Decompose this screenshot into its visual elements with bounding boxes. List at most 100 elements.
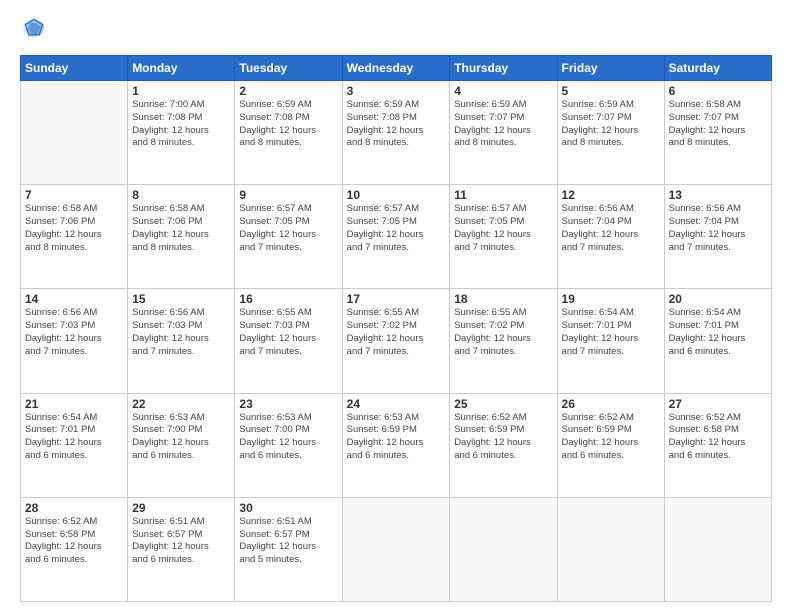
day-number: 26: [562, 397, 660, 411]
calendar-cell: 23Sunrise: 6:53 AMSunset: 7:00 PMDayligh…: [235, 393, 342, 497]
day-number: 7: [25, 188, 123, 202]
day-number: 21: [25, 397, 123, 411]
day-number: 14: [25, 292, 123, 306]
weekday-sunday: Sunday: [21, 56, 128, 81]
calendar-cell: 22Sunrise: 6:53 AMSunset: 7:00 PMDayligh…: [128, 393, 235, 497]
day-info: Sunrise: 6:56 AMSunset: 7:04 PMDaylight:…: [669, 203, 767, 254]
calendar-week-4: 21Sunrise: 6:54 AMSunset: 7:01 PMDayligh…: [21, 393, 772, 497]
calendar-cell: 15Sunrise: 6:56 AMSunset: 7:03 PMDayligh…: [128, 289, 235, 393]
day-info: Sunrise: 6:54 AMSunset: 7:01 PMDaylight:…: [669, 307, 767, 358]
day-info: Sunrise: 6:52 AMSunset: 6:59 PMDaylight:…: [454, 412, 552, 463]
calendar-cell: [342, 497, 450, 601]
day-info: Sunrise: 6:51 AMSunset: 6:57 PMDaylight:…: [239, 516, 337, 567]
day-info: Sunrise: 6:53 AMSunset: 7:00 PMDaylight:…: [132, 412, 230, 463]
day-info: Sunrise: 6:54 AMSunset: 7:01 PMDaylight:…: [562, 307, 660, 358]
day-info: Sunrise: 6:55 AMSunset: 7:02 PMDaylight:…: [454, 307, 552, 358]
calendar-cell: 2Sunrise: 6:59 AMSunset: 7:08 PMDaylight…: [235, 81, 342, 185]
logo-icon: [22, 16, 46, 40]
calendar-week-2: 7Sunrise: 6:58 AMSunset: 7:06 PMDaylight…: [21, 185, 772, 289]
day-info: Sunrise: 6:57 AMSunset: 7:05 PMDaylight:…: [239, 203, 337, 254]
calendar-cell: [664, 497, 771, 601]
day-number: 11: [454, 188, 552, 202]
day-info: Sunrise: 6:56 AMSunset: 7:03 PMDaylight:…: [132, 307, 230, 358]
day-info: Sunrise: 6:56 AMSunset: 7:03 PMDaylight:…: [25, 307, 123, 358]
day-info: Sunrise: 6:59 AMSunset: 7:08 PMDaylight:…: [239, 99, 337, 150]
day-number: 5: [562, 84, 660, 98]
day-number: 15: [132, 292, 230, 306]
day-number: 6: [669, 84, 767, 98]
day-info: Sunrise: 6:57 AMSunset: 7:05 PMDaylight:…: [454, 203, 552, 254]
day-number: 4: [454, 84, 552, 98]
day-number: 23: [239, 397, 337, 411]
day-info: Sunrise: 6:53 AMSunset: 6:59 PMDaylight:…: [347, 412, 446, 463]
calendar-cell: 3Sunrise: 6:59 AMSunset: 7:08 PMDaylight…: [342, 81, 450, 185]
page: SundayMondayTuesdayWednesdayThursdayFrid…: [0, 0, 792, 612]
calendar-cell: 19Sunrise: 6:54 AMSunset: 7:01 PMDayligh…: [557, 289, 664, 393]
day-info: Sunrise: 6:59 AMSunset: 7:08 PMDaylight:…: [347, 99, 446, 150]
day-number: 19: [562, 292, 660, 306]
day-number: 2: [239, 84, 337, 98]
day-number: 17: [347, 292, 446, 306]
day-number: 27: [669, 397, 767, 411]
calendar-cell: 6Sunrise: 6:58 AMSunset: 7:07 PMDaylight…: [664, 81, 771, 185]
calendar-cell: [557, 497, 664, 601]
calendar-cell: 10Sunrise: 6:57 AMSunset: 7:05 PMDayligh…: [342, 185, 450, 289]
weekday-saturday: Saturday: [664, 56, 771, 81]
day-info: Sunrise: 7:00 AMSunset: 7:08 PMDaylight:…: [132, 99, 230, 150]
day-info: Sunrise: 6:55 AMSunset: 7:03 PMDaylight:…: [239, 307, 337, 358]
weekday-header-row: SundayMondayTuesdayWednesdayThursdayFrid…: [21, 56, 772, 81]
day-info: Sunrise: 6:57 AMSunset: 7:05 PMDaylight:…: [347, 203, 446, 254]
day-info: Sunrise: 6:59 AMSunset: 7:07 PMDaylight:…: [454, 99, 552, 150]
calendar-cell: 5Sunrise: 6:59 AMSunset: 7:07 PMDaylight…: [557, 81, 664, 185]
calendar-cell: 11Sunrise: 6:57 AMSunset: 7:05 PMDayligh…: [450, 185, 557, 289]
day-info: Sunrise: 6:58 AMSunset: 7:06 PMDaylight:…: [132, 203, 230, 254]
calendar-cell: 13Sunrise: 6:56 AMSunset: 7:04 PMDayligh…: [664, 185, 771, 289]
calendar-cell: 18Sunrise: 6:55 AMSunset: 7:02 PMDayligh…: [450, 289, 557, 393]
calendar-cell: 9Sunrise: 6:57 AMSunset: 7:05 PMDaylight…: [235, 185, 342, 289]
day-number: 12: [562, 188, 660, 202]
day-number: 1: [132, 84, 230, 98]
day-number: 20: [669, 292, 767, 306]
day-info: Sunrise: 6:56 AMSunset: 7:04 PMDaylight:…: [562, 203, 660, 254]
day-number: 9: [239, 188, 337, 202]
calendar-cell: 12Sunrise: 6:56 AMSunset: 7:04 PMDayligh…: [557, 185, 664, 289]
day-info: Sunrise: 6:52 AMSunset: 6:59 PMDaylight:…: [562, 412, 660, 463]
day-info: Sunrise: 6:51 AMSunset: 6:57 PMDaylight:…: [132, 516, 230, 567]
calendar-cell: 16Sunrise: 6:55 AMSunset: 7:03 PMDayligh…: [235, 289, 342, 393]
calendar-cell: 1Sunrise: 7:00 AMSunset: 7:08 PMDaylight…: [128, 81, 235, 185]
day-info: Sunrise: 6:52 AMSunset: 6:58 PMDaylight:…: [669, 412, 767, 463]
calendar-cell: 26Sunrise: 6:52 AMSunset: 6:59 PMDayligh…: [557, 393, 664, 497]
calendar-cell: [450, 497, 557, 601]
day-info: Sunrise: 6:58 AMSunset: 7:06 PMDaylight:…: [25, 203, 123, 254]
day-number: 16: [239, 292, 337, 306]
calendar-cell: 21Sunrise: 6:54 AMSunset: 7:01 PMDayligh…: [21, 393, 128, 497]
calendar-week-3: 14Sunrise: 6:56 AMSunset: 7:03 PMDayligh…: [21, 289, 772, 393]
calendar-table: SundayMondayTuesdayWednesdayThursdayFrid…: [20, 55, 772, 602]
day-number: 22: [132, 397, 230, 411]
weekday-wednesday: Wednesday: [342, 56, 450, 81]
calendar-cell: [21, 81, 128, 185]
day-info: Sunrise: 6:54 AMSunset: 7:01 PMDaylight:…: [25, 412, 123, 463]
day-info: Sunrise: 6:59 AMSunset: 7:07 PMDaylight:…: [562, 99, 660, 150]
calendar-week-1: 1Sunrise: 7:00 AMSunset: 7:08 PMDaylight…: [21, 81, 772, 185]
day-number: 29: [132, 501, 230, 515]
header: [20, 16, 772, 45]
day-number: 25: [454, 397, 552, 411]
calendar-cell: 17Sunrise: 6:55 AMSunset: 7:02 PMDayligh…: [342, 289, 450, 393]
day-info: Sunrise: 6:58 AMSunset: 7:07 PMDaylight:…: [669, 99, 767, 150]
calendar-cell: 20Sunrise: 6:54 AMSunset: 7:01 PMDayligh…: [664, 289, 771, 393]
calendar-cell: 24Sunrise: 6:53 AMSunset: 6:59 PMDayligh…: [342, 393, 450, 497]
weekday-tuesday: Tuesday: [235, 56, 342, 81]
day-number: 3: [347, 84, 446, 98]
day-number: 18: [454, 292, 552, 306]
day-number: 13: [669, 188, 767, 202]
calendar-week-5: 28Sunrise: 6:52 AMSunset: 6:58 PMDayligh…: [21, 497, 772, 601]
day-number: 8: [132, 188, 230, 202]
calendar-cell: 25Sunrise: 6:52 AMSunset: 6:59 PMDayligh…: [450, 393, 557, 497]
day-info: Sunrise: 6:52 AMSunset: 6:58 PMDaylight:…: [25, 516, 123, 567]
calendar-cell: 7Sunrise: 6:58 AMSunset: 7:06 PMDaylight…: [21, 185, 128, 289]
logo: [20, 16, 48, 45]
calendar-cell: 14Sunrise: 6:56 AMSunset: 7:03 PMDayligh…: [21, 289, 128, 393]
weekday-friday: Friday: [557, 56, 664, 81]
day-number: 10: [347, 188, 446, 202]
